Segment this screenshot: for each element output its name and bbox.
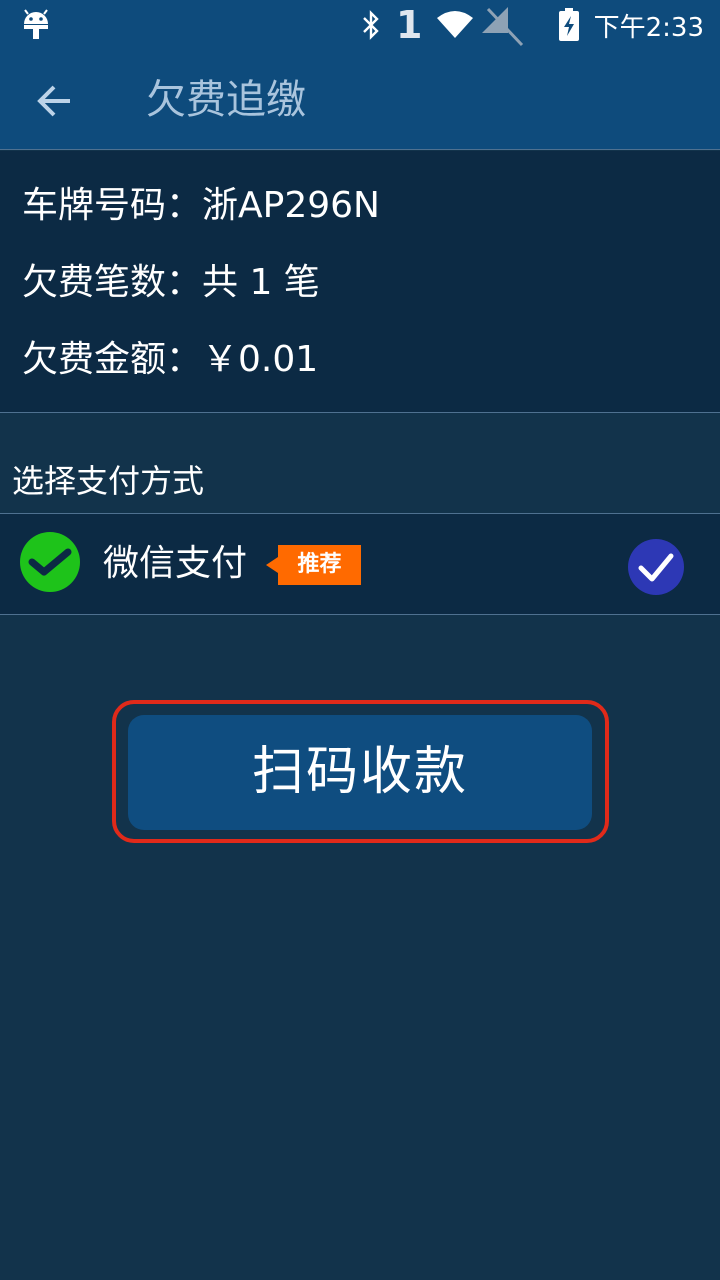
bluetooth-icon bbox=[360, 0, 382, 50]
wifi-icon bbox=[436, 0, 474, 50]
payment-option-wechat[interactable]: 微信支付 推荐 bbox=[0, 513, 720, 615]
arrears-count-text: 欠费笔数：共 1 笔 bbox=[22, 262, 320, 303]
payment-method-heading: 选择支付方式 bbox=[12, 462, 205, 500]
page: 1 下午2:33 欠费追缴 车牌号码：浙AP296N 欠费笔数：共 1 笔 欠费… bbox=[0, 0, 720, 1280]
arrears-amount-text: 欠费金额：￥0.01 bbox=[22, 339, 319, 380]
arrears-info-panel: 车牌号码：浙AP296N 欠费笔数：共 1 笔 欠费金额：￥0.01 bbox=[0, 151, 720, 413]
plate-number-text: 车牌号码：浙AP296N bbox=[22, 185, 380, 226]
status-bar: 1 下午2:33 bbox=[0, 0, 720, 50]
wechat-pay-icon bbox=[20, 532, 80, 592]
app-bar: 欠费追缴 bbox=[0, 50, 720, 150]
android-icon bbox=[22, 0, 50, 50]
scan-to-collect-button[interactable]: 扫码收款 bbox=[128, 715, 592, 830]
clock: 下午2:33 bbox=[593, 12, 704, 43]
arrow-left-icon bbox=[37, 85, 70, 117]
signal-off-icon bbox=[478, 0, 526, 50]
back-button[interactable] bbox=[30, 75, 82, 127]
recommended-badge: 推荐 bbox=[266, 545, 361, 585]
sim-indicator: 1 bbox=[396, 3, 423, 47]
check-icon[interactable] bbox=[627, 538, 685, 596]
payment-method-label: 微信支付 bbox=[103, 543, 248, 584]
page-title: 欠费追缴 bbox=[146, 77, 306, 123]
battery-charging-icon bbox=[558, 0, 580, 50]
